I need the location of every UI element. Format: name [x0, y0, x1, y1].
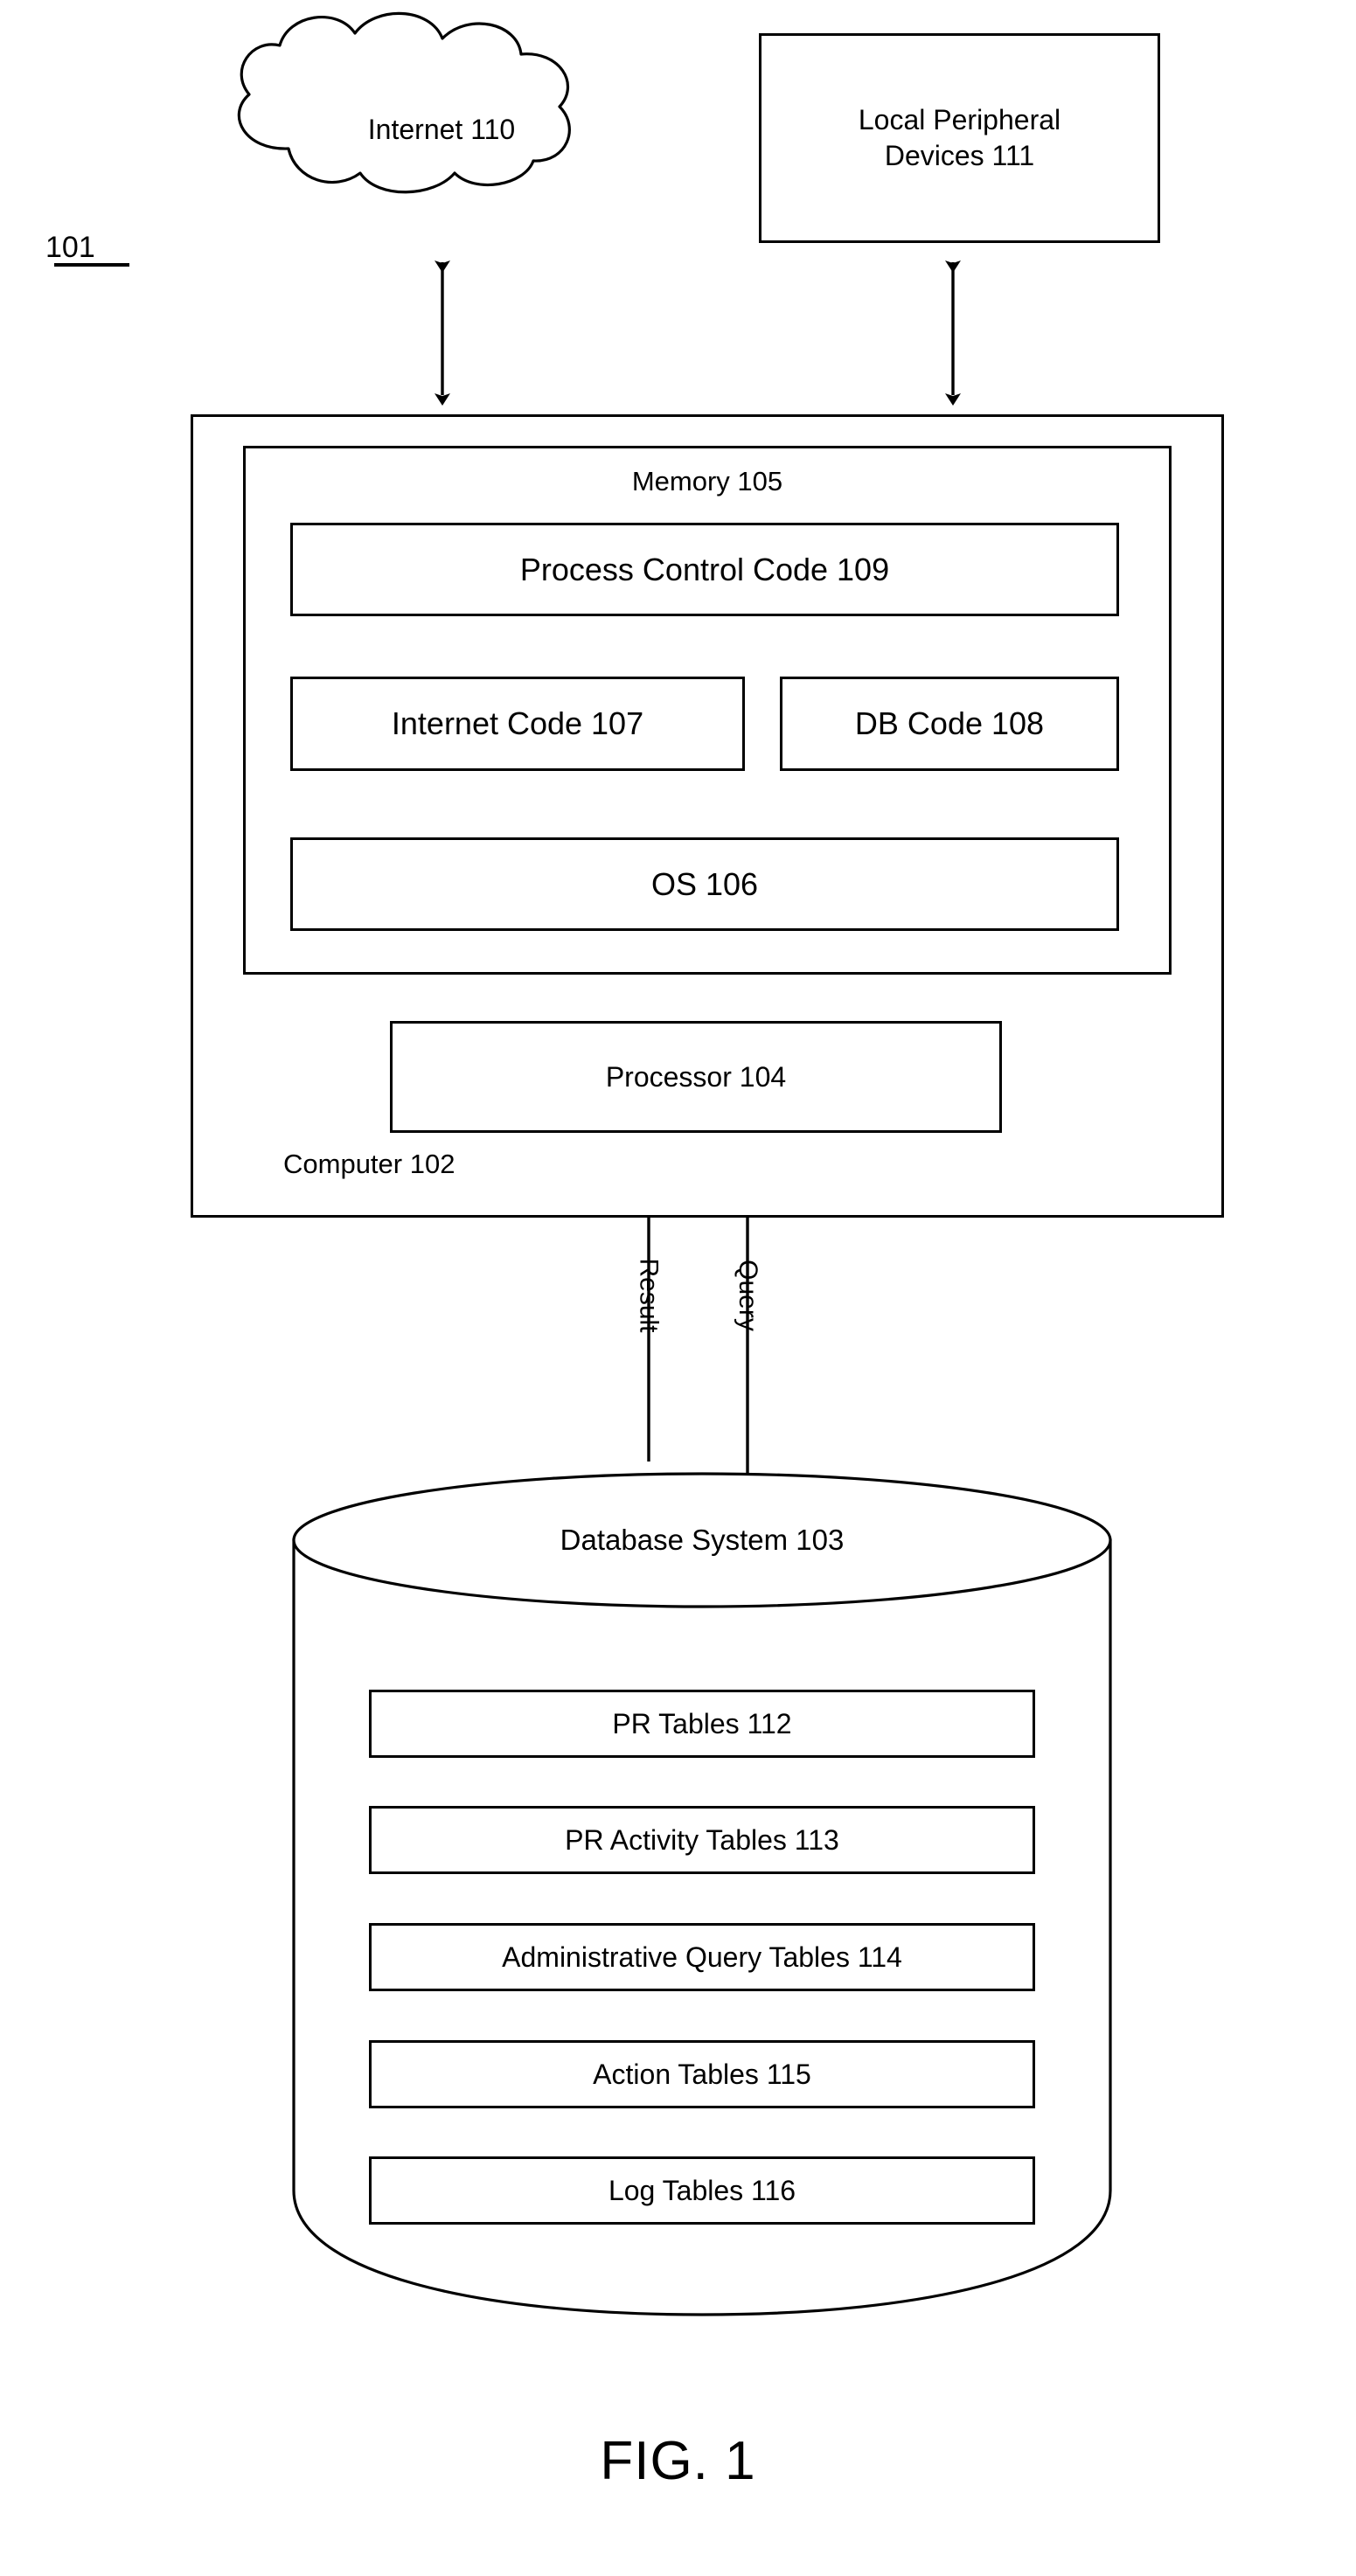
internet-code-label: Internet Code 107 [391, 705, 644, 741]
local-peripheral-devices-box[interactable]: Local Peripheral Devices 111 [759, 33, 1160, 243]
internet-cloud-shape [237, 11, 571, 194]
result-label-text: Result [634, 1258, 664, 1333]
db-code-label: DB Code 108 [854, 705, 1045, 741]
memory-label-text: Memory 105 [631, 466, 783, 496]
memory-label: Memory 105 [243, 461, 1172, 503]
db-table-label: Action Tables 115 [593, 2058, 811, 2090]
query-label-text: Query [733, 1260, 762, 1331]
internet-label-text: Internet 110 [367, 113, 516, 145]
processor-box[interactable]: Processor 104 [390, 1021, 1002, 1133]
db-table-label: Log Tables 116 [608, 2174, 796, 2206]
database-system-label: Database System 103 [294, 1517, 1110, 1563]
db-table-box[interactable]: Action Tables 115 [369, 2040, 1035, 2108]
db-table-box[interactable]: Administrative Query Tables 114 [369, 1923, 1035, 1991]
db-table-box[interactable]: PR Activity Tables 113 [369, 1806, 1035, 1874]
process-control-code-box[interactable]: Process Control Code 109 [290, 523, 1119, 616]
db-table-label: PR Activity Tables 113 [565, 1823, 839, 1856]
os-box[interactable]: OS 106 [290, 837, 1119, 931]
database-system-label-text: Database System 103 [560, 1524, 845, 1556]
connector-label-query: Query [686, 1234, 809, 1357]
system-reference-numeral: 101 [45, 229, 142, 266]
os-label: OS 106 [650, 865, 759, 902]
db-table-box[interactable]: Log Tables 116 [369, 2156, 1035, 2225]
peripherals-label-line2: Devices 111 [884, 140, 1035, 171]
db-code-box[interactable]: DB Code 108 [780, 677, 1119, 771]
internet-cloud-label: Internet 110 [289, 108, 595, 150]
db-table-label: Administrative Query Tables 114 [502, 1941, 902, 1973]
patent-figure-canvas: Internet 110 Local Peripheral Devices 11… [0, 0, 1356, 2576]
db-table-box[interactable]: PR Tables 112 [369, 1690, 1035, 1758]
figure-caption-text: FIG. 1 [600, 2430, 756, 2491]
internet-code-box[interactable]: Internet Code 107 [290, 677, 745, 771]
processor-label: Processor 104 [605, 1060, 787, 1093]
computer-label-text: Computer 102 [283, 1149, 455, 1179]
peripherals-label-line1: Local Peripheral [858, 104, 1061, 136]
db-table-label: PR Tables 112 [612, 1707, 792, 1739]
figure-caption: FIG. 1 [0, 2423, 1356, 2498]
system-ref-text: 101 [45, 230, 95, 264]
computer-label: Computer 102 [283, 1147, 546, 1182]
process-control-code-label: Process Control Code 109 [519, 551, 890, 587]
